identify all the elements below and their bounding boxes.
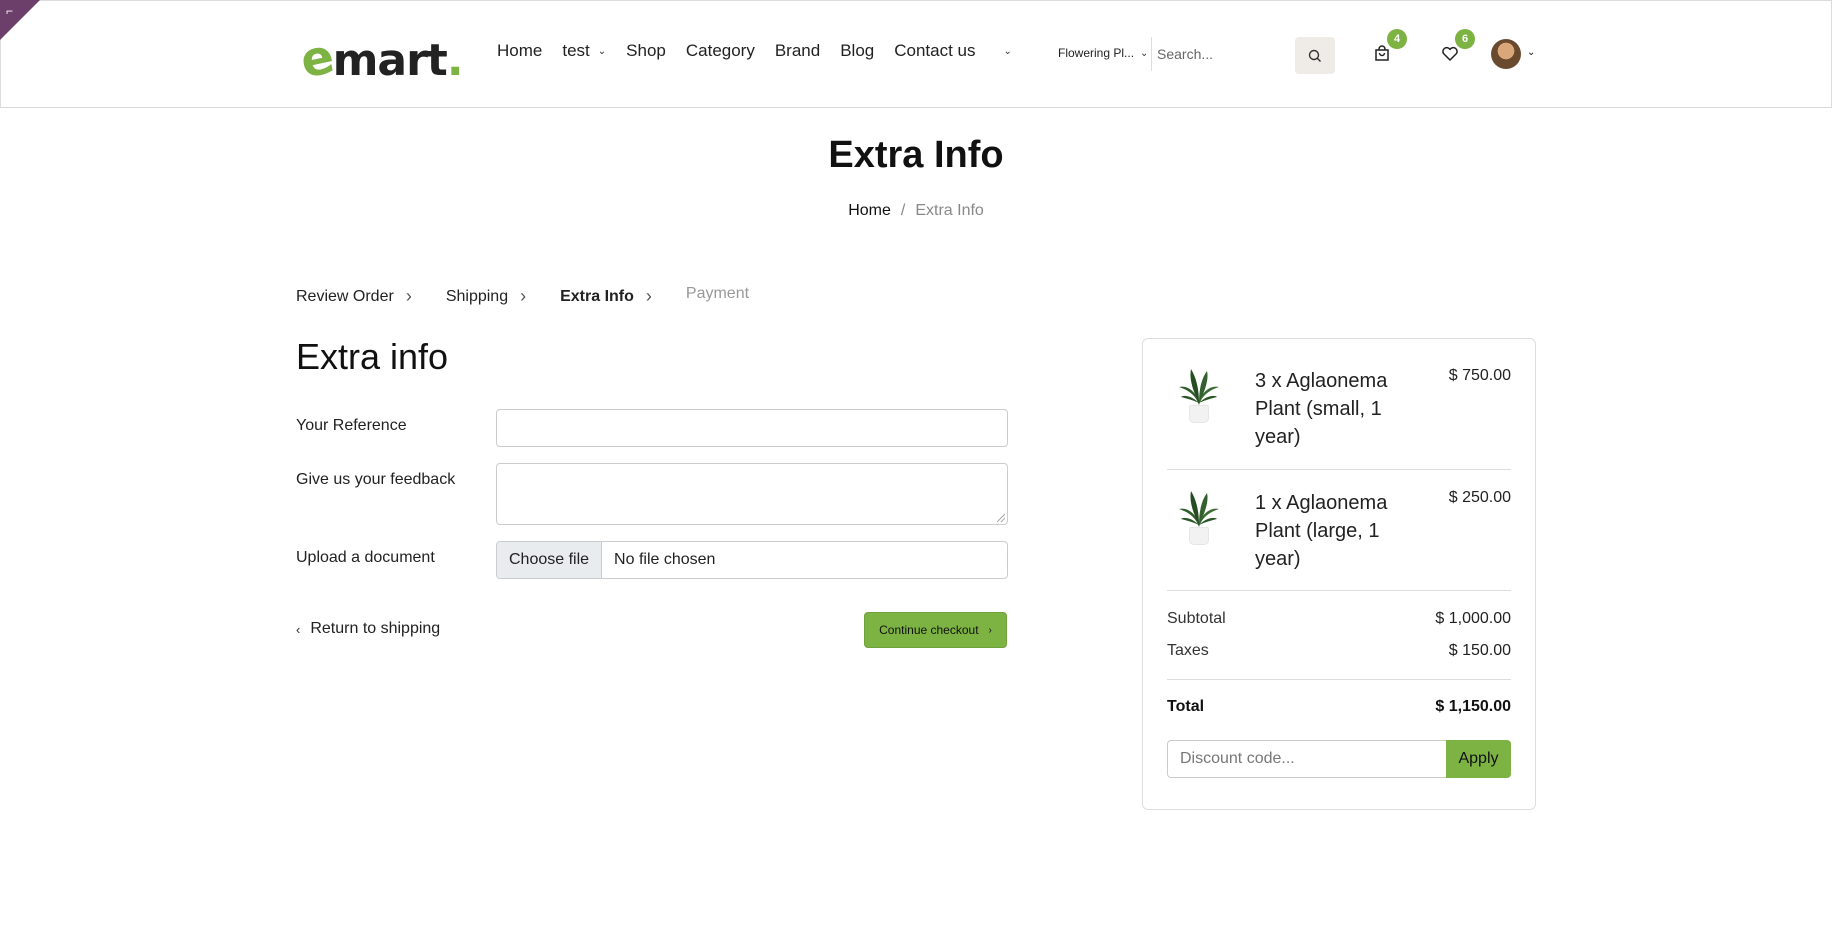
continue-checkout-button[interactable]: Continue checkout › <box>864 612 1007 648</box>
feedback-label: Give us your feedback <box>296 471 456 488</box>
taxes-label: Taxes <box>1167 642 1209 659</box>
main-nav: Home test ⌄ Shop Category Brand Blog Cont… <box>497 41 1032 61</box>
step-shipping[interactable]: Shipping <box>446 288 508 306</box>
document-file-input[interactable]: Choose file No file chosen <box>496 541 1008 579</box>
order-line-price: $ 750.00 <box>1448 367 1511 384</box>
nav-more-dropdown[interactable]: ⌄ <box>996 41 1012 61</box>
nav-item-test[interactable]: test ⌄ <box>562 41 606 61</box>
search-divider <box>1151 37 1152 71</box>
choose-file-button[interactable]: Choose file <box>497 542 603 578</box>
reference-input[interactable] <box>496 409 1008 447</box>
wishlist-count-badge: 6 <box>1455 29 1475 49</box>
order-line: 1 x Aglaonema Plant (large, 1 year) $ 25… <box>1167 489 1511 570</box>
plant-icon <box>1179 369 1219 405</box>
step-extra-info: Extra Info <box>560 287 634 305</box>
taxes-row: Taxes $ 150.00 <box>1167 642 1511 660</box>
chevron-right-icon: › <box>405 286 412 306</box>
feedback-textarea[interactable] <box>496 463 1008 525</box>
search-icon <box>1308 49 1321 62</box>
chevron-down-icon[interactable]: ⌄ <box>1527 47 1535 58</box>
upload-row: Upload a document Choose file No file ch… <box>296 541 1008 579</box>
order-line: 3 x Aglaonema Plant (small, 1 year) $ 75… <box>1167 367 1511 448</box>
subtotal-label: Subtotal <box>1167 610 1226 627</box>
breadcrumb: Home / Extra Info <box>848 202 984 219</box>
product-thumbnail[interactable] <box>1175 367 1223 423</box>
chevron-down-icon: ⌄ <box>597 45 607 57</box>
divider <box>1167 590 1511 591</box>
feedback-row: Give us your feedback <box>296 463 1008 525</box>
upload-label: Upload a document <box>296 549 435 566</box>
form-title: Extra info <box>296 336 449 377</box>
order-summary: 3 x Aglaonema Plant (small, 1 year) $ 75… <box>1142 338 1536 810</box>
plant-icon <box>1179 491 1219 527</box>
category-select[interactable]: Flowering Pl... ⌄ <box>1058 46 1148 60</box>
breadcrumb-current: Extra Info <box>915 202 984 219</box>
emart-logo[interactable]: e mart. <box>296 28 464 89</box>
subtotal-value: $ 1,000.00 <box>1435 610 1511 627</box>
divider <box>1167 679 1511 680</box>
total-value: $ 1,150.00 <box>1435 698 1511 715</box>
subtotal-row: Subtotal $ 1,000.00 <box>1167 610 1511 628</box>
nav-item-home[interactable]: Home <box>497 41 542 61</box>
chevron-right-icon: › <box>645 286 652 306</box>
debug-corner-flag: ⌐ <box>0 0 40 40</box>
reference-label: Your Reference <box>296 417 407 434</box>
product-thumbnail[interactable] <box>1175 489 1223 545</box>
chevron-left-icon: ‹ <box>296 621 301 637</box>
nav-item-category[interactable]: Category <box>686 41 755 61</box>
wishlist-button[interactable]: 6 <box>1437 29 1475 67</box>
site-header: e mart. Home test ⌄ Shop Category Brand Bl… <box>0 0 1832 108</box>
checkout-steps: Review Order › Shipping › Extra Info › P… <box>296 284 761 307</box>
cart-icon <box>1375 45 1389 61</box>
step-payment: Payment <box>685 284 750 302</box>
search-input[interactable] <box>1153 35 1293 73</box>
nav-item-shop[interactable]: Shop <box>626 41 666 61</box>
taxes-value: $ 150.00 <box>1448 642 1511 659</box>
order-line-name[interactable]: 1 x Aglaonema Plant (large, 1 year) <box>1255 489 1415 573</box>
apply-discount-button[interactable]: Apply <box>1446 740 1511 778</box>
cart-button[interactable]: 4 <box>1369 29 1407 67</box>
return-to-shipping-link[interactable]: ‹ Return to shipping <box>296 620 440 638</box>
search-button[interactable] <box>1295 37 1335 74</box>
cart-count-badge: 4 <box>1387 29 1407 49</box>
nav-item-brand[interactable]: Brand <box>775 41 820 61</box>
order-line-name[interactable]: 3 x Aglaonema Plant (small, 1 year) <box>1255 367 1415 451</box>
chevron-down-icon: ⌄ <box>1140 47 1149 59</box>
total-label: Total <box>1167 698 1205 715</box>
heart-icon <box>1442 46 1458 61</box>
total-row: Total $ 1,150.00 <box>1167 698 1511 716</box>
discount-form: Apply <box>1167 740 1511 778</box>
chevron-right-icon: › <box>988 624 992 636</box>
order-line-price: $ 250.00 <box>1448 489 1511 506</box>
chevron-right-icon: › <box>520 286 527 306</box>
step-review-order[interactable]: Review Order <box>296 288 394 306</box>
avatar[interactable] <box>1491 39 1521 69</box>
discount-code-input[interactable] <box>1167 740 1446 778</box>
divider <box>1167 469 1511 470</box>
page-title: Extra Info <box>828 134 1004 176</box>
chevron-down-icon: ⌄ <box>1003 45 1012 57</box>
nav-item-contact[interactable]: Contact us <box>894 41 975 61</box>
reference-row: Your Reference <box>296 409 1008 447</box>
nav-item-blog[interactable]: Blog <box>840 41 874 61</box>
breadcrumb-home[interactable]: Home <box>848 202 891 219</box>
file-status: No file chosen <box>614 551 716 568</box>
